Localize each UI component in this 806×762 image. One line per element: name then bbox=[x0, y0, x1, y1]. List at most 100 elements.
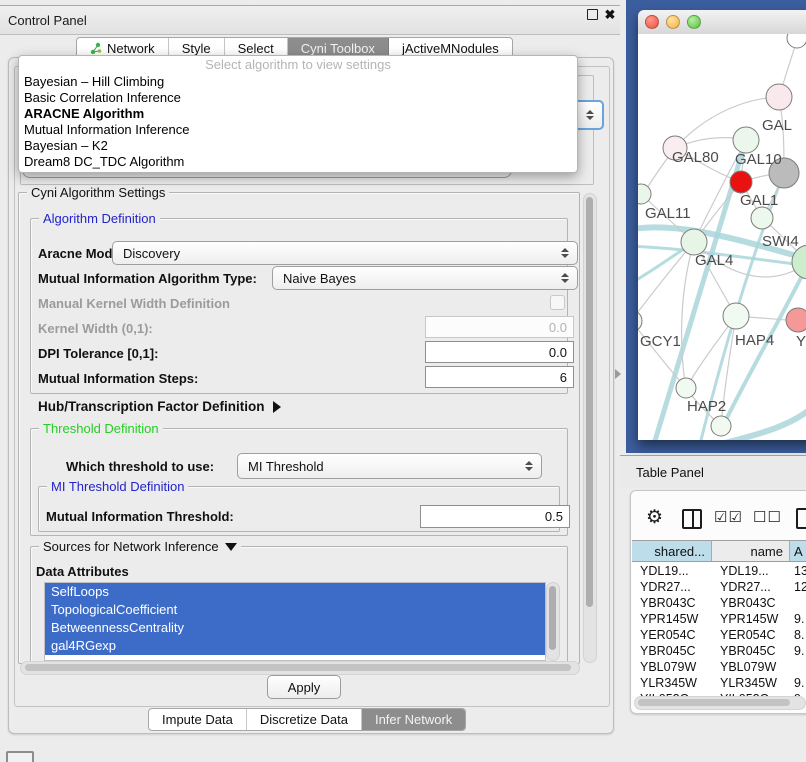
close-panel-button[interactable]: ✖ bbox=[603, 7, 617, 21]
algorithm-option-aracne-algorithm[interactable]: ARACNE Algorithm bbox=[19, 106, 577, 122]
table-row[interactable]: YBR043CYBR043C bbox=[632, 595, 806, 611]
minimize-traffic-light[interactable] bbox=[666, 15, 680, 29]
select-all-checkboxes-icon[interactable]: ☑☑ bbox=[714, 508, 743, 526]
column-header-a[interactable]: A bbox=[790, 540, 806, 562]
node-hap2[interactable] bbox=[676, 378, 696, 398]
bottom-tab-impute-data[interactable]: Impute Data bbox=[149, 709, 247, 730]
bottom-tab-label: Infer Network bbox=[375, 712, 452, 727]
cell: YLR345W bbox=[712, 675, 790, 691]
algorithm-option-mutual-information-inference[interactable]: Mutual Information Inference bbox=[19, 122, 577, 138]
cell: 9. bbox=[790, 675, 806, 691]
cell: 9. bbox=[790, 611, 806, 627]
node[interactable] bbox=[711, 416, 731, 436]
threshold-definition-legend: Threshold Definition bbox=[39, 421, 163, 436]
panel-collapse-arrow-icon[interactable] bbox=[615, 369, 621, 379]
node-label: GCY1 bbox=[640, 333, 681, 350]
bottom-tab-infer-network[interactable]: Infer Network bbox=[362, 709, 465, 730]
dpi-tolerance-field[interactable]: 0.0 bbox=[425, 341, 574, 363]
algorithm-option-bayesian-hill-climbing[interactable]: Bayesian – Hill Climbing bbox=[19, 74, 577, 90]
attributes-scrollbar[interactable] bbox=[546, 582, 560, 661]
node-y[interactable] bbox=[786, 308, 806, 332]
cell: YDR27... bbox=[632, 579, 712, 595]
split-columns-icon[interactable] bbox=[682, 509, 702, 529]
which-threshold-combo[interactable]: MI Threshold bbox=[237, 453, 542, 479]
node-gcy1[interactable] bbox=[638, 310, 642, 332]
which-threshold-label: Which threshold to use: bbox=[66, 459, 214, 474]
bottom-tab-discretize-data[interactable]: Discretize Data bbox=[247, 709, 362, 730]
algorithm-option-bayesian-k2[interactable]: Bayesian – K2 bbox=[19, 138, 577, 154]
apply-button[interactable]: Apply bbox=[267, 675, 341, 699]
network-canvas[interactable]: GALGAL80GAL10GAL1SWI4GAL11GAL4GCY1HAP4YH… bbox=[638, 34, 806, 440]
node-hap4[interactable] bbox=[723, 303, 749, 329]
cell: 9. bbox=[790, 643, 806, 659]
close-icon: ✖ bbox=[605, 8, 616, 21]
mi-steps-field[interactable]: 6 bbox=[425, 366, 574, 388]
settings-scrollbar[interactable] bbox=[583, 193, 597, 663]
data-attributes-label: Data Attributes bbox=[36, 564, 129, 579]
mi-threshold-field[interactable]: 0.5 bbox=[420, 505, 570, 528]
dpi-tolerance-value: 0.0 bbox=[549, 345, 567, 360]
network-view-window[interactable]: GALGAL80GAL10GAL1SWI4GAL11GAL4GCY1HAP4YH… bbox=[638, 10, 806, 440]
table-row[interactable]: YPR145WYPR145W9. bbox=[632, 611, 806, 627]
attribute-item-topologicalcoefficient[interactable]: TopologicalCoefficient bbox=[45, 601, 545, 619]
kernel-width-label: Kernel Width (0,1): bbox=[38, 321, 153, 336]
tab-label: Select bbox=[238, 41, 274, 56]
minimized-panel-icon[interactable] bbox=[6, 751, 34, 762]
control-panel-title: Control Panel bbox=[8, 13, 87, 28]
cell: YBL079W bbox=[632, 659, 712, 675]
cell: YDR27... bbox=[712, 579, 790, 595]
mi-threshold-legend: MI Threshold Definition bbox=[47, 479, 188, 494]
float-panel-button[interactable] bbox=[585, 7, 599, 21]
attribute-item-gal4rgexp[interactable]: gal4RGexp bbox=[45, 637, 545, 655]
mi-type-combo[interactable]: Naive Bayes bbox=[272, 266, 578, 290]
aracne-mode-combo[interactable]: Discovery bbox=[112, 241, 578, 265]
table-row[interactable]: YDR27...YDR27...12 bbox=[632, 579, 806, 595]
close-traffic-light[interactable] bbox=[645, 15, 659, 29]
deselect-checkboxes-icon[interactable]: ☐☐ bbox=[753, 508, 782, 526]
node[interactable] bbox=[792, 245, 806, 279]
table-row[interactable]: YBL079WYBL079W bbox=[632, 659, 806, 675]
zoom-traffic-light[interactable] bbox=[687, 15, 701, 29]
which-threshold-value: MI Threshold bbox=[248, 459, 324, 474]
table-row[interactable]: YLR345WYLR345W9. bbox=[632, 675, 806, 691]
column-header-name[interactable]: name bbox=[712, 540, 790, 562]
kernel-width-value: 0.0 bbox=[549, 320, 567, 335]
algorithm-popup-prompt: Select algorithm to view settings bbox=[19, 56, 577, 74]
hub-definition-toggle[interactable]: Hub/Transcription Factor Definition bbox=[38, 399, 281, 414]
attribute-item-betweennesscentrality[interactable]: BetweennessCentrality bbox=[45, 619, 545, 637]
node-label: HAP4 bbox=[735, 332, 774, 349]
algorithm-option-dream8-dc-tdc-algorithm[interactable]: Dream8 DC_TDC Algorithm bbox=[19, 154, 577, 170]
node-gal[interactable] bbox=[766, 84, 792, 110]
kernel-width-field[interactable]: 0.0 bbox=[425, 316, 574, 338]
table-row[interactable]: YER054CYER054C8. bbox=[632, 627, 806, 643]
column-header-shared[interactable]: shared... bbox=[632, 540, 712, 562]
node-label: SWI4 bbox=[762, 233, 799, 250]
cell: YPR145W bbox=[632, 611, 712, 627]
algorithm-option-basic-correlation-inference[interactable]: Basic Correlation Inference bbox=[19, 90, 577, 106]
attribute-item-selfloops[interactable]: SelfLoops bbox=[45, 583, 545, 601]
cell: YLR345W bbox=[632, 675, 712, 691]
bottom-tab-strip: Impute Data Discretize Data Infer Network bbox=[148, 708, 466, 731]
node-label: GAL11 bbox=[645, 205, 691, 222]
sources-legend-wrap[interactable]: Sources for Network Inference bbox=[39, 539, 241, 554]
network-window-titlebar[interactable] bbox=[638, 10, 806, 35]
node-swi4[interactable] bbox=[751, 207, 773, 229]
gear-icon[interactable]: ⚙ bbox=[646, 506, 663, 529]
manual-kernel-width-checkbox[interactable] bbox=[550, 295, 565, 310]
table-row[interactable]: YDL19...YDL19...13 bbox=[632, 563, 806, 579]
node-gal10[interactable] bbox=[733, 127, 759, 153]
mi-type-value: Naive Bayes bbox=[283, 271, 356, 286]
table-hscrollbar[interactable] bbox=[634, 696, 806, 710]
tab-label: Cyni Toolbox bbox=[301, 41, 375, 56]
settings-hscrollbar[interactable] bbox=[20, 661, 580, 675]
mi-type-label: Mutual Information Algorithm Type: bbox=[38, 271, 257, 286]
document-icon[interactable] bbox=[796, 508, 806, 529]
tab-label: Network bbox=[107, 41, 155, 56]
bottom-tab-label: Impute Data bbox=[162, 712, 233, 727]
apply-button-label: Apply bbox=[288, 680, 321, 695]
sources-legend: Sources for Network Inference bbox=[43, 539, 219, 554]
node[interactable] bbox=[787, 34, 806, 48]
table-row[interactable]: YBR045CYBR045C9. bbox=[632, 643, 806, 659]
cell: YBR045C bbox=[712, 643, 790, 659]
node-gal1[interactable] bbox=[730, 171, 752, 193]
